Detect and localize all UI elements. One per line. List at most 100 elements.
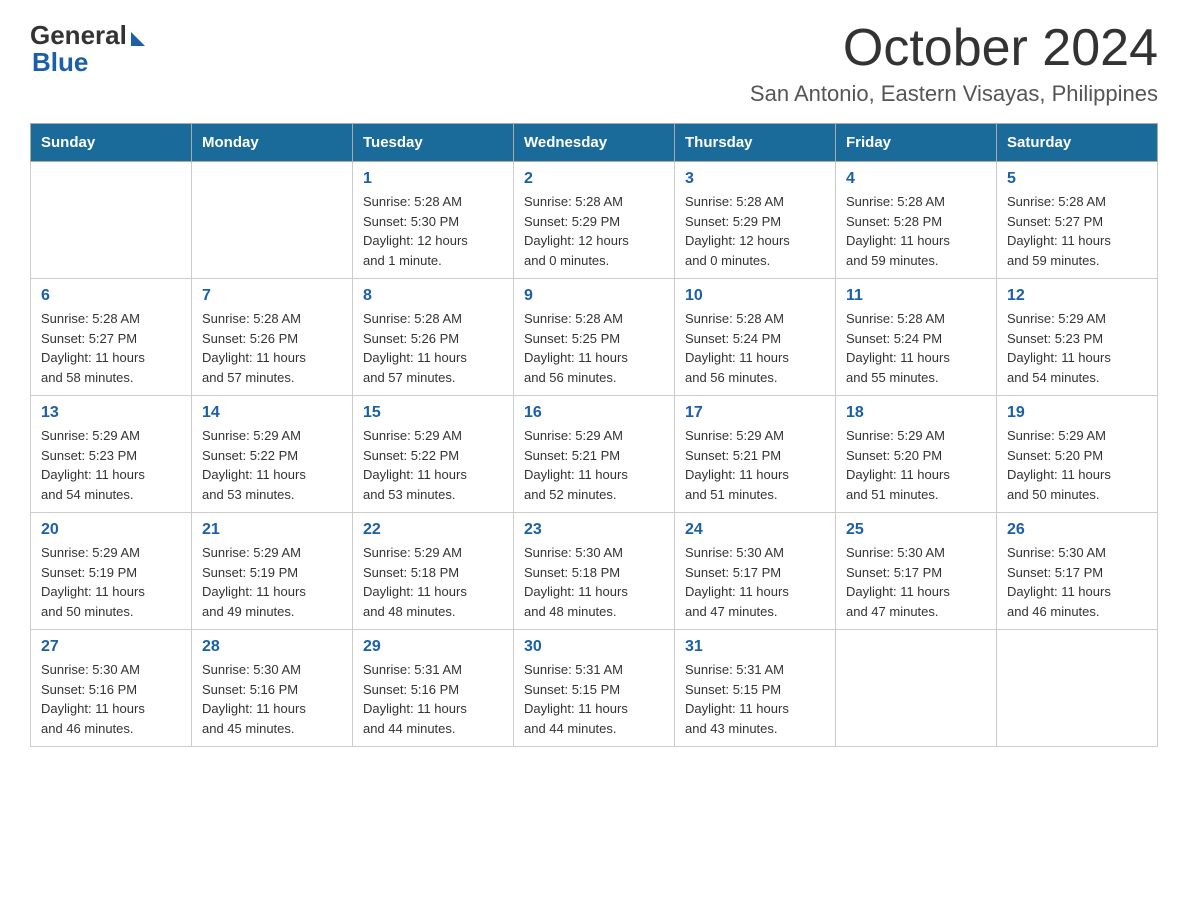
day-info: Sunrise: 5:29 AM Sunset: 5:22 PM Dayligh… (363, 426, 503, 504)
day-number: 17 (685, 404, 825, 422)
day-number: 28 (202, 638, 342, 656)
day-number: 19 (1007, 404, 1147, 422)
day-info: Sunrise: 5:30 AM Sunset: 5:16 PM Dayligh… (41, 660, 181, 738)
day-info: Sunrise: 5:29 AM Sunset: 5:21 PM Dayligh… (524, 426, 664, 504)
day-number: 1 (363, 170, 503, 188)
day-number: 8 (363, 287, 503, 305)
calendar-cell (192, 162, 353, 279)
day-number: 21 (202, 521, 342, 539)
day-number: 7 (202, 287, 342, 305)
calendar-cell: 12 Sunrise: 5:29 AM Sunset: 5:23 PM Dayli… (997, 279, 1158, 396)
calendar-cell: 3Sunrise: 5:28 AM Sunset: 5:29 PM Daylig… (675, 162, 836, 279)
logo: General Blue (30, 20, 145, 78)
calendar-week-row: 13Sunrise: 5:29 AM Sunset: 5:23 PM Dayli… (31, 396, 1158, 513)
day-number: 29 (363, 638, 503, 656)
calendar-cell: 7 Sunrise: 5:28 AM Sunset: 5:26 PM Daylig… (192, 279, 353, 396)
column-header-monday: Monday (192, 124, 353, 162)
calendar-cell: 31 Sunrise: 5:31 AM Sunset: 5:15 PM Dayli… (675, 630, 836, 747)
day-info: Sunrise: 5:29 AM Sunset: 5:19 PM Dayligh… (202, 543, 342, 621)
calendar-table: SundayMondayTuesdayWednesdayThursdayFrid… (30, 123, 1158, 747)
calendar-cell: 1 Sunrise: 5:28 AM Sunset: 5:30 PM Daylig… (353, 162, 514, 279)
column-header-saturday: Saturday (997, 124, 1158, 162)
day-info: Sunrise: 5:28 AM Sunset: 5:29 PM Dayligh… (524, 192, 664, 270)
day-number: 25 (846, 521, 986, 539)
day-number: 5 (1007, 170, 1147, 188)
day-number: 31 (685, 638, 825, 656)
calendar-cell: 15Sunrise: 5:29 AM Sunset: 5:22 PM Dayli… (353, 396, 514, 513)
day-number: 24 (685, 521, 825, 539)
calendar-week-row: 6Sunrise: 5:28 AM Sunset: 5:27 PM Daylig… (31, 279, 1158, 396)
calendar-week-row: 27 Sunrise: 5:30 AM Sunset: 5:16 PM Dayli… (31, 630, 1158, 747)
calendar-cell: 30 Sunrise: 5:31 AM Sunset: 5:15 PM Dayli… (514, 630, 675, 747)
day-info: Sunrise: 5:31 AM Sunset: 5:15 PM Dayligh… (685, 660, 825, 738)
day-number: 4 (846, 170, 986, 188)
day-number: 9 (524, 287, 664, 305)
day-number: 14 (202, 404, 342, 422)
day-info: Sunrise: 5:29 AM Sunset: 5:23 PM Dayligh… (1007, 309, 1147, 387)
calendar-cell: 22 Sunrise: 5:29 AM Sunset: 5:18 PM Dayli… (353, 513, 514, 630)
calendar-cell: 4 Sunrise: 5:28 AM Sunset: 5:28 PM Daylig… (836, 162, 997, 279)
day-info: Sunrise: 5:31 AM Sunset: 5:16 PM Dayligh… (363, 660, 503, 738)
day-info: Sunrise: 5:28 AM Sunset: 5:26 PM Dayligh… (363, 309, 503, 387)
calendar-title-area: October 2024 San Antonio, Eastern Visaya… (750, 20, 1158, 107)
day-info: Sunrise: 5:29 AM Sunset: 5:19 PM Dayligh… (41, 543, 181, 621)
calendar-cell: 20 Sunrise: 5:29 AM Sunset: 5:19 PM Dayli… (31, 513, 192, 630)
day-number: 11 (846, 287, 986, 305)
day-info: Sunrise: 5:29 AM Sunset: 5:18 PM Dayligh… (363, 543, 503, 621)
calendar-cell: 26 Sunrise: 5:30 AM Sunset: 5:17 PM Dayli… (997, 513, 1158, 630)
calendar-subtitle: San Antonio, Eastern Visayas, Philippine… (750, 81, 1158, 107)
calendar-header-row: SundayMondayTuesdayWednesdayThursdayFrid… (31, 124, 1158, 162)
calendar-cell: 10 Sunrise: 5:28 AM Sunset: 5:24 PM Dayli… (675, 279, 836, 396)
day-number: 20 (41, 521, 181, 539)
calendar-cell: 17 Sunrise: 5:29 AM Sunset: 5:21 PM Dayli… (675, 396, 836, 513)
day-number: 22 (363, 521, 503, 539)
day-info: Sunrise: 5:29 AM Sunset: 5:21 PM Dayligh… (685, 426, 825, 504)
day-number: 26 (1007, 521, 1147, 539)
calendar-cell: 29 Sunrise: 5:31 AM Sunset: 5:16 PM Dayli… (353, 630, 514, 747)
day-info: Sunrise: 5:31 AM Sunset: 5:15 PM Dayligh… (524, 660, 664, 738)
column-header-tuesday: Tuesday (353, 124, 514, 162)
calendar-cell: 21 Sunrise: 5:29 AM Sunset: 5:19 PM Dayli… (192, 513, 353, 630)
column-header-wednesday: Wednesday (514, 124, 675, 162)
day-info: Sunrise: 5:30 AM Sunset: 5:17 PM Dayligh… (1007, 543, 1147, 621)
day-info: Sunrise: 5:28 AM Sunset: 5:30 PM Dayligh… (363, 192, 503, 270)
day-number: 23 (524, 521, 664, 539)
day-number: 27 (41, 638, 181, 656)
calendar-cell (836, 630, 997, 747)
calendar-cell: 23 Sunrise: 5:30 AM Sunset: 5:18 PM Dayli… (514, 513, 675, 630)
calendar-week-row: 20 Sunrise: 5:29 AM Sunset: 5:19 PM Dayli… (31, 513, 1158, 630)
calendar-cell: 9 Sunrise: 5:28 AM Sunset: 5:25 PM Daylig… (514, 279, 675, 396)
calendar-cell: 25Sunrise: 5:30 AM Sunset: 5:17 PM Dayli… (836, 513, 997, 630)
day-info: Sunrise: 5:28 AM Sunset: 5:24 PM Dayligh… (685, 309, 825, 387)
calendar-cell: 24 Sunrise: 5:30 AM Sunset: 5:17 PM Dayli… (675, 513, 836, 630)
calendar-cell: 8 Sunrise: 5:28 AM Sunset: 5:26 PM Daylig… (353, 279, 514, 396)
calendar-cell: 6Sunrise: 5:28 AM Sunset: 5:27 PM Daylig… (31, 279, 192, 396)
day-number: 12 (1007, 287, 1147, 305)
column-header-thursday: Thursday (675, 124, 836, 162)
day-info: Sunrise: 5:29 AM Sunset: 5:20 PM Dayligh… (1007, 426, 1147, 504)
day-info: Sunrise: 5:28 AM Sunset: 5:27 PM Dayligh… (1007, 192, 1147, 270)
day-info: Sunrise: 5:28 AM Sunset: 5:26 PM Dayligh… (202, 309, 342, 387)
day-number: 3 (685, 170, 825, 188)
day-number: 30 (524, 638, 664, 656)
day-number: 10 (685, 287, 825, 305)
day-number: 18 (846, 404, 986, 422)
page-header: General Blue October 2024 San Antonio, E… (30, 20, 1158, 107)
calendar-cell: 13Sunrise: 5:29 AM Sunset: 5:23 PM Dayli… (31, 396, 192, 513)
calendar-cell: 18 Sunrise: 5:29 AM Sunset: 5:20 PM Dayli… (836, 396, 997, 513)
day-info: Sunrise: 5:29 AM Sunset: 5:20 PM Dayligh… (846, 426, 986, 504)
calendar-cell: 11Sunrise: 5:28 AM Sunset: 5:24 PM Dayli… (836, 279, 997, 396)
day-info: Sunrise: 5:28 AM Sunset: 5:25 PM Dayligh… (524, 309, 664, 387)
day-info: Sunrise: 5:30 AM Sunset: 5:16 PM Dayligh… (202, 660, 342, 738)
column-header-sunday: Sunday (31, 124, 192, 162)
day-number: 16 (524, 404, 664, 422)
calendar-cell: 2Sunrise: 5:28 AM Sunset: 5:29 PM Daylig… (514, 162, 675, 279)
day-info: Sunrise: 5:28 AM Sunset: 5:28 PM Dayligh… (846, 192, 986, 270)
day-info: Sunrise: 5:29 AM Sunset: 5:22 PM Dayligh… (202, 426, 342, 504)
day-info: Sunrise: 5:30 AM Sunset: 5:18 PM Dayligh… (524, 543, 664, 621)
day-info: Sunrise: 5:28 AM Sunset: 5:27 PM Dayligh… (41, 309, 181, 387)
calendar-cell: 19 Sunrise: 5:29 AM Sunset: 5:20 PM Dayli… (997, 396, 1158, 513)
calendar-cell: 5 Sunrise: 5:28 AM Sunset: 5:27 PM Daylig… (997, 162, 1158, 279)
logo-triangle-icon (131, 32, 145, 46)
day-info: Sunrise: 5:30 AM Sunset: 5:17 PM Dayligh… (685, 543, 825, 621)
